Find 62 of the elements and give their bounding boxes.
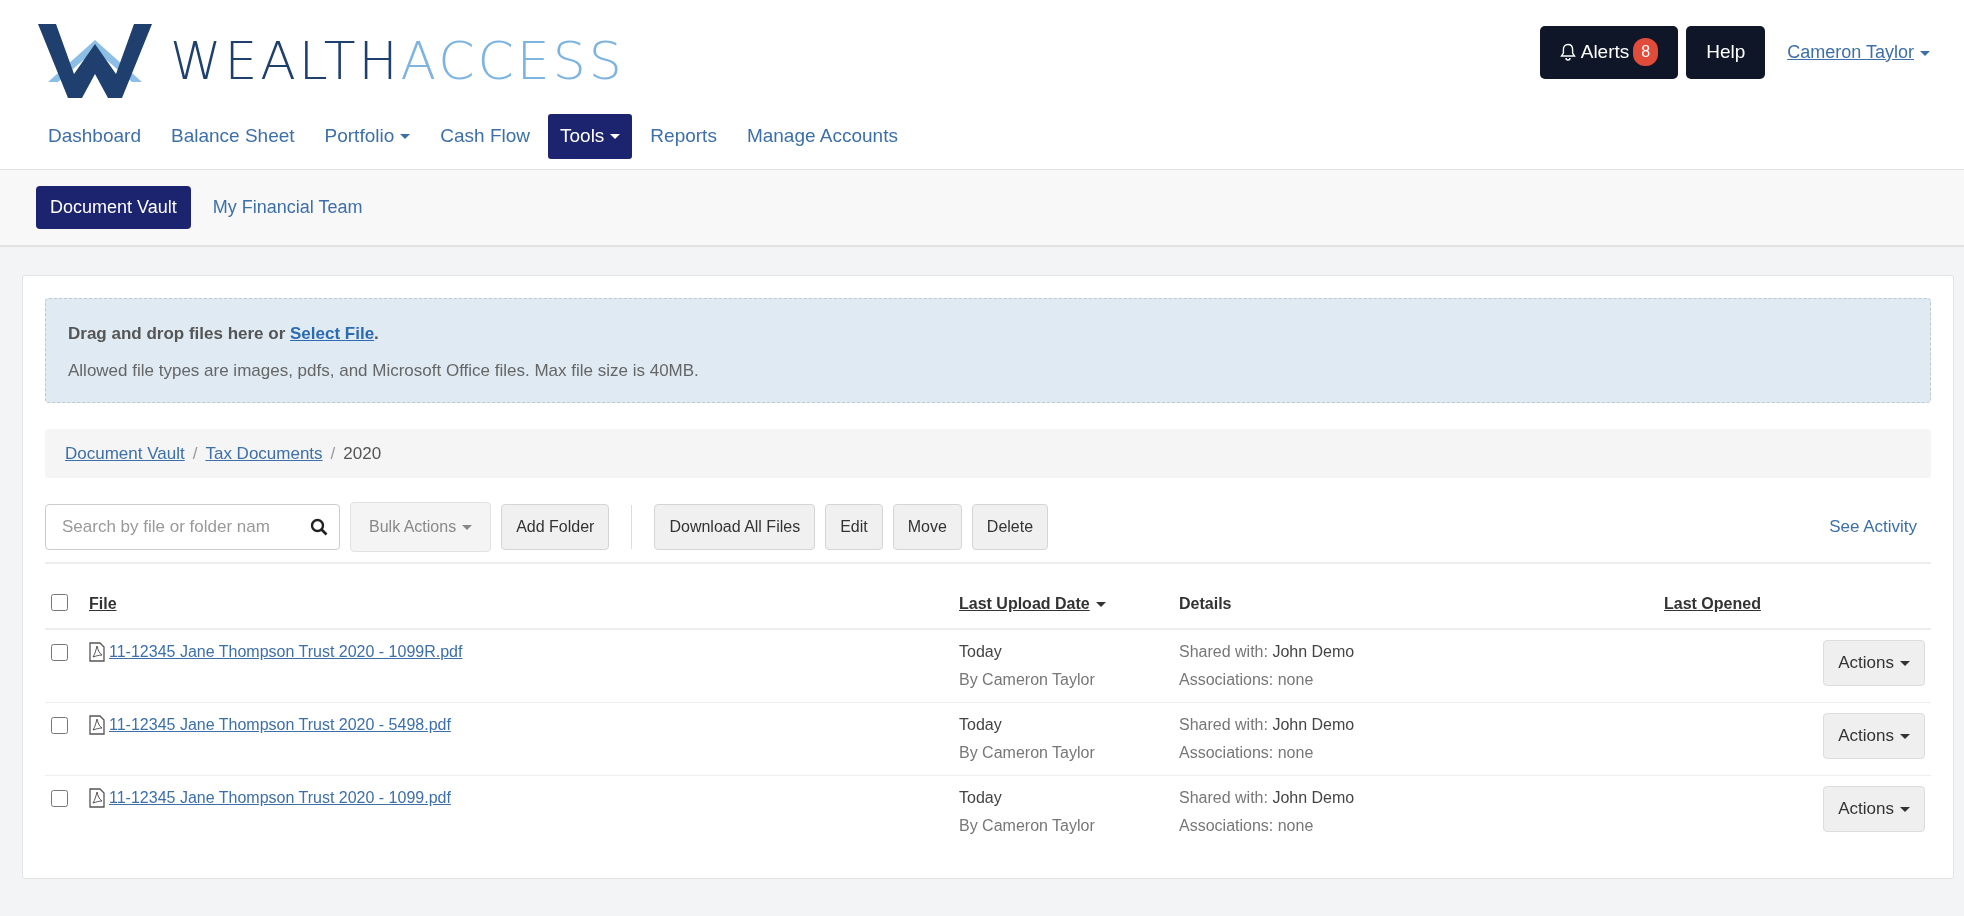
- upload-date: Today: [959, 715, 1003, 735]
- nav-tab[interactable]: Balance Sheet: [158, 114, 307, 159]
- nav-tab[interactable]: Portfolio: [312, 114, 423, 159]
- alert-count-badge: 8: [1633, 38, 1659, 67]
- shared-with: Shared with: John Demo: [1179, 788, 1356, 808]
- associations: Associations: none: [1179, 743, 1315, 763]
- subnav-tab[interactable]: Document Vault: [36, 185, 191, 229]
- file-link[interactable]: 11-12345 Jane Thompson Trust 2020 - 1099R.pdf: [109, 640, 463, 664]
- upload-date: Today: [959, 788, 1003, 808]
- column-header[interactable]: Last Opened: [1664, 595, 1761, 612]
- help-button[interactable]: Help: [1686, 26, 1766, 79]
- pdf-file-icon: [89, 788, 105, 808]
- toolbar-button[interactable]: Move: [892, 504, 962, 550]
- alerts-button[interactable]: Alerts 8: [1539, 26, 1679, 79]
- toolbar-button[interactable]: Edit: [825, 504, 883, 550]
- toolbar-button[interactable]: Delete: [971, 504, 1049, 550]
- uploaded-by: By Cameron Taylor: [959, 670, 1096, 690]
- row-checkbox[interactable]: [51, 717, 68, 734]
- actions-dropdown-button[interactable]: Actions: [1823, 786, 1925, 832]
- subnav-tab[interactable]: My Financial Team: [198, 185, 377, 229]
- column-header[interactable]: Last Upload Date: [959, 595, 1106, 612]
- upload-date: Today: [959, 642, 1003, 662]
- breadcrumb-link[interactable]: Document Vault: [65, 440, 185, 466]
- bell-icon: [1559, 43, 1576, 62]
- nav-tab[interactable]: Tools: [548, 114, 633, 159]
- shared-with: Shared with: John Demo: [1179, 642, 1356, 662]
- nav-tab[interactable]: Manage Accounts: [734, 114, 910, 159]
- nav-tab[interactable]: Cash Flow: [428, 114, 542, 159]
- file-link[interactable]: 11-12345 Jane Thompson Trust 2020 - 5498.pdf: [109, 713, 451, 737]
- nav-tab[interactable]: Dashboard: [36, 114, 153, 159]
- column-header: Details: [1179, 595, 1232, 612]
- pdf-file-icon: [89, 715, 105, 735]
- search-field[interactable]: Search by file or folder nam: [45, 504, 340, 550]
- associations: Associations: none: [1179, 816, 1315, 836]
- actions-dropdown-button[interactable]: Actions: [1823, 640, 1925, 686]
- shared-with: Shared with: John Demo: [1179, 715, 1356, 735]
- actions-dropdown-button[interactable]: Actions: [1823, 713, 1925, 759]
- row-checkbox[interactable]: [51, 644, 68, 661]
- row-checkbox[interactable]: [51, 790, 68, 807]
- search-icon: [310, 518, 328, 536]
- breadcrumb-link[interactable]: Tax Documents: [205, 440, 323, 466]
- uploaded-by: By Cameron Taylor: [959, 816, 1096, 836]
- toolbar-button[interactable]: Add Folder: [501, 504, 610, 550]
- breadcrumb-current: 2020: [343, 442, 382, 465]
- pdf-file-icon: [89, 642, 105, 662]
- nav-tab[interactable]: Reports: [638, 114, 729, 159]
- drop-zone[interactable]: Drag and drop files here or Select File. Allowed file types are images, pdfs, and Microsoft Office files. Max file size is 40MB.: [45, 297, 1931, 403]
- associations: Associations: none: [1179, 670, 1315, 690]
- breadcrumb-separator: /: [192, 442, 198, 465]
- select-file-link[interactable]: Select File: [290, 323, 375, 343]
- see-activity-link[interactable]: See Activity: [1829, 514, 1917, 540]
- logo-text: WEALTHACCESS: [170, 35, 625, 87]
- toolbar-button[interactable]: Download All Files: [654, 504, 816, 550]
- select-all-checkbox[interactable]: [51, 594, 68, 611]
- file-type-note: Allowed file types are images, pdfs, and Microsoft Office files. Max file size is 40MB.: [68, 360, 700, 382]
- column-header[interactable]: File: [89, 595, 117, 612]
- user-menu[interactable]: Cameron Taylor: [1781, 37, 1936, 67]
- logo-icon: [36, 22, 154, 100]
- drop-instruction: Drag and drop files here or Select File.: [68, 322, 380, 345]
- file-link[interactable]: 11-12345 Jane Thompson Trust 2020 - 1099.pdf: [109, 786, 451, 810]
- breadcrumb-separator: /: [330, 442, 336, 465]
- uploaded-by: By Cameron Taylor: [959, 743, 1096, 763]
